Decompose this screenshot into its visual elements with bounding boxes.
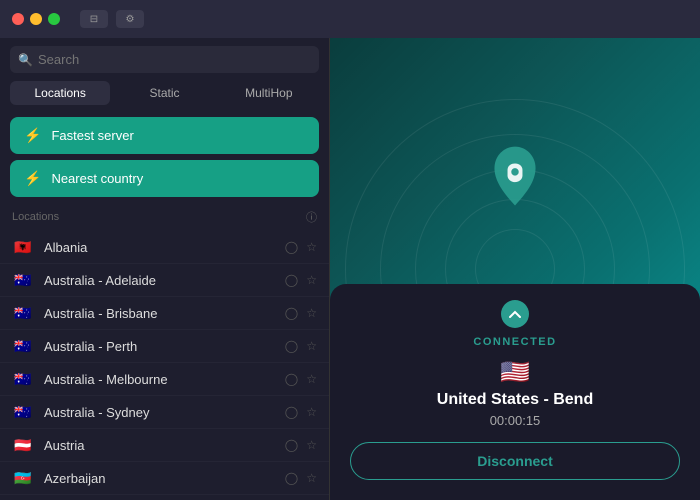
quick-actions: ⚡ Fastest server ⚡ Nearest country bbox=[0, 113, 329, 205]
tab-multihop[interactable]: MultiHop bbox=[219, 81, 319, 105]
fastest-server-button[interactable]: ⚡ Fastest server bbox=[10, 117, 319, 154]
list-item[interactable]: 🇦🇹 Austria ◯ ☆ bbox=[0, 429, 329, 462]
nearest-country-button[interactable]: ⚡ Nearest country bbox=[10, 160, 319, 197]
connected-country: United States - Bend bbox=[437, 391, 593, 409]
signal-icon: ◯ bbox=[285, 405, 298, 419]
star-icon[interactable]: ☆ bbox=[306, 339, 317, 353]
au-adelaide-name: Australia - Adelaide bbox=[44, 273, 285, 288]
connected-status: CONNECTED bbox=[473, 336, 556, 348]
country-flag-large: 🇺🇸 bbox=[500, 358, 530, 387]
nearest-icon: ⚡ bbox=[24, 170, 41, 187]
left-panel: 🔍 Locations Static MultiHop ⚡ Fastest se… bbox=[0, 38, 330, 500]
connected-card: CONNECTED 🇺🇸 United States - Bend 00:00:… bbox=[330, 284, 700, 500]
disconnect-button[interactable]: Disconnect bbox=[350, 442, 680, 480]
au-perth-flag: 🇦🇺 bbox=[12, 338, 34, 354]
albania-flag: 🇦🇱 bbox=[12, 239, 34, 255]
au-melbourne-flag: 🇦🇺 bbox=[12, 371, 34, 387]
right-panel: CONNECTED 🇺🇸 United States - Bend 00:00:… bbox=[330, 38, 700, 500]
fastest-icon: ⚡ bbox=[24, 127, 41, 144]
au-adelaide-actions: ◯ ☆ bbox=[285, 273, 317, 287]
list-item[interactable]: 🇦🇺 Australia - Adelaide ◯ ☆ bbox=[0, 264, 329, 297]
au-perth-name: Australia - Perth bbox=[44, 339, 285, 354]
star-icon[interactable]: ☆ bbox=[306, 471, 317, 485]
locations-header: Locations ⓘ bbox=[0, 205, 329, 231]
connection-timer: 00:00:15 bbox=[490, 413, 541, 428]
maximize-button[interactable] bbox=[48, 13, 60, 25]
search-icon: 🔍 bbox=[18, 53, 33, 67]
main-layout: 🔍 Locations Static MultiHop ⚡ Fastest se… bbox=[0, 38, 700, 500]
albania-actions: ◯ ☆ bbox=[285, 240, 317, 254]
close-button[interactable] bbox=[12, 13, 24, 25]
title-bar-controls: ⊟ ⚙ bbox=[80, 10, 144, 28]
azerbaijan-name: Azerbaijan bbox=[44, 471, 285, 486]
au-sydney-flag: 🇦🇺 bbox=[12, 404, 34, 420]
tab-static[interactable]: Static bbox=[114, 81, 214, 105]
search-input[interactable] bbox=[10, 46, 319, 73]
signal-icon: ◯ bbox=[285, 339, 298, 353]
star-icon[interactable]: ☆ bbox=[306, 438, 317, 452]
star-icon[interactable]: ☆ bbox=[306, 306, 317, 320]
title-bar: ⊟ ⚙ bbox=[0, 0, 700, 38]
nearest-label: Nearest country bbox=[51, 171, 143, 186]
star-icon[interactable]: ☆ bbox=[306, 405, 317, 419]
minimize-button[interactable] bbox=[30, 13, 42, 25]
location-list: 🇦🇱 Albania ◯ ☆ 🇦🇺 Australia - Adelaide ◯… bbox=[0, 231, 329, 500]
au-brisbane-actions: ◯ ☆ bbox=[285, 306, 317, 320]
star-icon[interactable]: ☆ bbox=[306, 372, 317, 386]
signal-icon: ◯ bbox=[285, 273, 298, 287]
fastest-label: Fastest server bbox=[51, 128, 133, 143]
au-brisbane-flag: 🇦🇺 bbox=[12, 305, 34, 321]
signal-icon: ◯ bbox=[285, 471, 298, 485]
azerbaijan-flag: 🇦🇿 bbox=[12, 470, 34, 486]
list-item[interactable]: 🇦🇺 Australia - Sydney ◯ ☆ bbox=[0, 396, 329, 429]
au-perth-actions: ◯ ☆ bbox=[285, 339, 317, 353]
list-item[interactable]: 🇦🇱 Albania ◯ ☆ bbox=[0, 231, 329, 264]
au-sydney-name: Australia - Sydney bbox=[44, 405, 285, 420]
locations-title: Locations bbox=[12, 211, 59, 223]
search-bar: 🔍 bbox=[0, 38, 329, 81]
tabs: Locations Static MultiHop bbox=[0, 81, 329, 113]
chevron-up-button[interactable] bbox=[501, 300, 529, 328]
signal-icon: ◯ bbox=[285, 438, 298, 452]
au-brisbane-name: Australia - Brisbane bbox=[44, 306, 285, 321]
list-item[interactable]: 🇦🇺 Australia - Perth ◯ ☆ bbox=[0, 330, 329, 363]
tab-locations[interactable]: Locations bbox=[10, 81, 110, 105]
austria-flag: 🇦🇹 bbox=[12, 437, 34, 453]
list-item[interactable]: 🇦🇿 Azerbaijan ◯ ☆ bbox=[0, 462, 329, 495]
vpn-logo bbox=[485, 142, 545, 212]
au-sydney-actions: ◯ ☆ bbox=[285, 405, 317, 419]
star-icon[interactable]: ☆ bbox=[306, 240, 317, 254]
austria-actions: ◯ ☆ bbox=[285, 438, 317, 452]
list-item[interactable]: 🇦🇺 Australia - Brisbane ◯ ☆ bbox=[0, 297, 329, 330]
signal-icon: ◯ bbox=[285, 240, 298, 254]
list-item[interactable]: 🇦🇺 Australia - Melbourne ◯ ☆ bbox=[0, 363, 329, 396]
azerbaijan-actions: ◯ ☆ bbox=[285, 471, 317, 485]
settings-btn[interactable]: ⚙ bbox=[116, 10, 144, 28]
traffic-lights bbox=[12, 13, 60, 25]
list-item[interactable]: 🇧🇪 Belgium ◯ ☆ bbox=[0, 495, 329, 500]
au-melbourne-name: Australia - Melbourne bbox=[44, 372, 285, 387]
albania-name: Albania bbox=[44, 240, 285, 255]
star-icon[interactable]: ☆ bbox=[306, 273, 317, 287]
window-control-btn[interactable]: ⊟ bbox=[80, 10, 108, 28]
au-melbourne-actions: ◯ ☆ bbox=[285, 372, 317, 386]
signal-icon: ◯ bbox=[285, 306, 298, 320]
signal-icon: ◯ bbox=[285, 372, 298, 386]
au-adelaide-flag: 🇦🇺 bbox=[12, 272, 34, 288]
austria-name: Austria bbox=[44, 438, 285, 453]
info-icon[interactable]: ⓘ bbox=[306, 209, 317, 225]
